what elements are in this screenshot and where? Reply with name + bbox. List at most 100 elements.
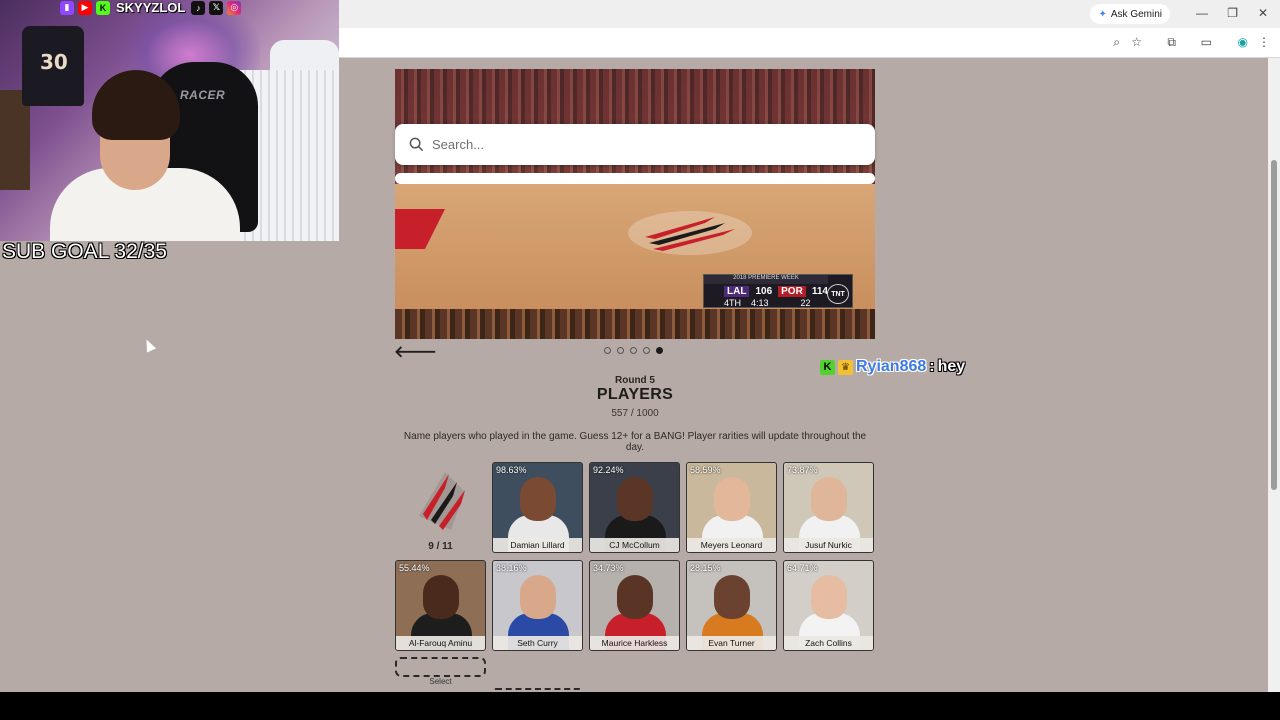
back-arrow-icon[interactable]: 🡐 (394, 341, 437, 362)
scroll-thumb[interactable] (1271, 160, 1277, 490)
close-icon[interactable]: ✕ (1258, 6, 1268, 20)
chat-separator: : (929, 358, 935, 375)
carousel-dots (604, 347, 663, 354)
select-label: Select (429, 677, 452, 686)
player-headshot (520, 575, 556, 619)
player-card[interactable]: 55.44% Al-Farouq Aminu (395, 560, 486, 651)
player-headshot (714, 477, 750, 521)
ask-gemini-button[interactable]: ✦ Ask Gemini (1090, 4, 1170, 24)
twitch-icon: ▮ (60, 0, 74, 15)
minimize-icon[interactable]: — (1196, 6, 1208, 20)
player-card[interactable]: 34.73% Maurice Harkless (589, 560, 680, 651)
instructions: Name players who played in the game. Gue… (403, 431, 867, 453)
player-card[interactable]: 28.15% Evan Turner (686, 560, 777, 651)
player-headshot (423, 575, 459, 619)
tab-search-icon[interactable]: ▭ (1201, 35, 1212, 49)
player-card[interactable]: 73.87% Jusuf Nurkic (783, 462, 874, 553)
social-handle: SKYYZLOL (116, 0, 186, 15)
instagram-icon: ◎ (227, 0, 242, 15)
player-rarity: 38.16% (496, 563, 527, 573)
menu-kebab-icon[interactable]: ⋮ (1258, 35, 1270, 49)
game-clock: 4:13 (751, 298, 769, 308)
team-guess-count: 9 / 11 (428, 541, 453, 552)
trail-blazers-logo-icon (419, 472, 465, 530)
player-rarity: 55.44% (399, 563, 430, 573)
carousel-dot[interactable] (604, 347, 611, 354)
kick-badge-icon: K (820, 359, 835, 375)
team-tile: 9 / 11 (395, 462, 486, 553)
player-rarity: 28.15% (690, 563, 721, 573)
ask-gemini-label: Ask Gemini (1110, 8, 1162, 20)
browser-toolbar: ⌕ ☆ ⧉ ▭ ◉ ⋮ (339, 28, 1280, 58)
webcam-overlay: 30 RACER ▮ ▶ K SKYYZLOL ♪ 𝕏 ◎ (0, 0, 339, 241)
home-score: 114 (811, 286, 828, 297)
score-count: 557 / 1000 (611, 408, 659, 419)
player-name: Damian Lillard (493, 538, 582, 552)
carousel-dot[interactable] (617, 347, 624, 354)
kick-icon: K (96, 0, 110, 15)
chair-brand: RACER (180, 88, 226, 102)
player-card[interactable]: 98.63% Damian Lillard (492, 462, 583, 553)
page-scrollbar[interactable] (1268, 58, 1280, 692)
player-name: Al-Farouq Aminu (396, 636, 485, 650)
tiktok-icon: ♪ (191, 0, 206, 15)
search-input[interactable] (432, 137, 852, 152)
crown-badge-icon: ♛ (838, 359, 853, 375)
youtube-icon: ▶ (78, 0, 92, 15)
player-rarity: 73.87% (787, 465, 818, 475)
player-headshot (714, 575, 750, 619)
bookmark-star-icon[interactable]: ☆ (1131, 35, 1142, 49)
player-headshot (617, 477, 653, 521)
player-card[interactable]: 92.24% CJ McCollum (589, 462, 680, 553)
player-name: Seth Curry (493, 636, 582, 650)
select-slot[interactable] (395, 657, 486, 677)
player-rarity: 64.71% (787, 563, 818, 573)
player-name: Zach Collins (784, 636, 873, 650)
chat-text: hey (937, 358, 966, 375)
search-bar[interactable] (395, 124, 875, 165)
profile-icon[interactable]: ◉ (1238, 35, 1248, 49)
player-name: Meyers Leonard (687, 538, 776, 552)
player-name: Evan Turner (687, 636, 776, 650)
player-card[interactable]: 64.71% Zach Collins (783, 560, 874, 651)
home-team: POR (778, 286, 806, 297)
player-headshot (617, 575, 653, 619)
x-icon: 𝕏 (209, 0, 224, 15)
player-name: CJ McCollum (590, 538, 679, 552)
player-name: Jusuf Nurkic (784, 538, 873, 552)
player-rarity: 34.73% (593, 563, 624, 573)
player-headshot (811, 477, 847, 521)
zoom-icon[interactable]: ⌕ (1113, 35, 1120, 50)
scorebug: 2018 PREMIERE WEEK LAL 106 POR 114 4TH 4… (703, 274, 853, 308)
restore-icon[interactable]: ❐ (1227, 6, 1238, 20)
wall-jersey: 30 (22, 26, 84, 106)
search-results-dropdown (395, 173, 875, 184)
courtside-crowd (395, 309, 875, 339)
away-team: LAL (724, 286, 750, 297)
player-headshot (520, 477, 556, 521)
round-label: Round 5 (615, 375, 655, 386)
period: 4TH (724, 298, 742, 308)
sparkle-icon: ✦ (1098, 8, 1107, 20)
extensions-icon[interactable]: ⧉ (1167, 35, 1176, 50)
player-headshot (811, 575, 847, 619)
jersey-number: 30 (40, 50, 68, 74)
carousel-dot[interactable] (656, 347, 663, 354)
scorebug-scores: LAL 106 POR 114 (724, 286, 828, 297)
chat-message: K ♛ Ryian868 : hey (820, 358, 965, 376)
player-rarity: 58.59% (690, 465, 721, 475)
player-name: Maurice Harkless (590, 636, 679, 650)
player-rarity: 92.24% (593, 465, 624, 475)
player-card[interactable]: 58.59% Meyers Leonard (686, 462, 777, 553)
section-title: PLAYERS (596, 386, 674, 403)
player-rarity: 98.63% (496, 465, 527, 475)
search-icon (409, 137, 424, 152)
sub-goal-label: SUB GOAL 32/35 (2, 240, 167, 263)
network-logo: TNT (827, 284, 849, 304)
carousel-dot[interactable] (643, 347, 650, 354)
chat-username: Ryian868 (856, 358, 927, 375)
social-bar: ▮ ▶ K SKYYZLOL ♪ 𝕏 ◎ (60, 0, 242, 15)
carousel-dot[interactable] (630, 347, 637, 354)
player-card[interactable]: 38.16% Seth Curry (492, 560, 583, 651)
mouse-cursor (141, 337, 157, 353)
